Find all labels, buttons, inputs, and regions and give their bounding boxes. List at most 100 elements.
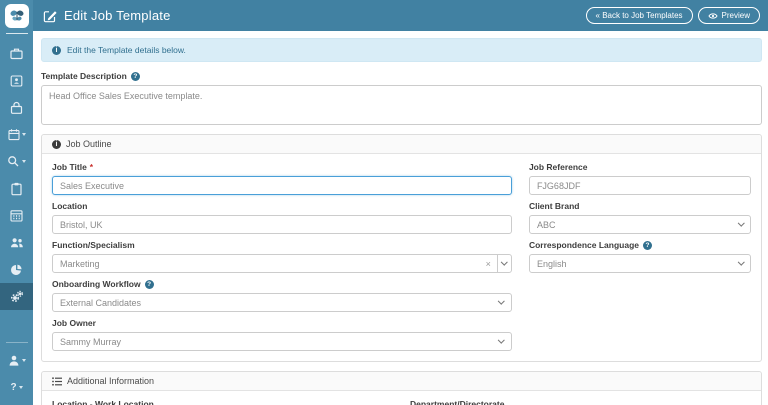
sidebar-bottom: ? — [0, 336, 33, 405]
job-reference-field: Job Reference — [528, 162, 751, 195]
work-location-field: Location - Work Location Bristol — [52, 399, 393, 405]
template-description-input[interactable]: Head Office Sales Executive template. — [41, 85, 762, 125]
butterfly-logo-icon — [9, 10, 24, 21]
correspondence-language-label: Correspondence Language — [529, 240, 751, 251]
location-field: Location — [52, 201, 512, 234]
caret-down-icon — [21, 359, 26, 362]
additional-information-heading: Additional Information — [42, 372, 761, 391]
work-location-label: Location - Work Location — [52, 399, 154, 405]
sidebar-item-help-menu[interactable]: ? — [0, 374, 33, 401]
search-icon — [8, 156, 19, 167]
job-outline-heading: i Job Outline — [42, 135, 761, 154]
client-brand-label: Client Brand — [528, 201, 580, 211]
contact-card-icon — [10, 74, 23, 87]
main-area: Edit Job Template « Back to Job Template… — [33, 0, 768, 405]
sidebar-item-search-menu[interactable] — [0, 148, 33, 175]
job-owner-field: Job Owner Sammy Murray — [52, 318, 512, 351]
job-outline-body: Job Title * Job Reference — [42, 154, 761, 361]
page-content: i Edit the Template details below. Templ… — [33, 31, 768, 405]
client-brand-select[interactable]: ABC — [528, 215, 751, 234]
preview-button[interactable]: Preview — [697, 7, 760, 24]
info-alert: i Edit the Template details below. — [41, 38, 762, 62]
onboarding-workflow-field: Onboarding Workflow External Candidates — [52, 279, 512, 312]
user-icon — [9, 355, 18, 366]
back-to-job-templates-button[interactable]: « Back to Job Templates — [585, 7, 693, 24]
help-icon[interactable] — [643, 241, 652, 250]
additional-information-body: Location - Work Location Bristol Departm… — [42, 391, 761, 405]
chevron-down-icon — [737, 258, 744, 266]
clear-selection-icon[interactable]: × — [480, 255, 497, 272]
help-icon[interactable] — [130, 72, 140, 81]
edit-icon — [43, 10, 57, 22]
preview-button-label: Preview — [721, 11, 750, 20]
required-marker: * — [89, 162, 94, 172]
eye-icon — [707, 12, 718, 19]
onboarding-workflow-select[interactable]: External Candidates — [52, 293, 512, 312]
job-title-field: Job Title * — [52, 162, 512, 195]
alert-text: Edit the Template details below. — [67, 45, 186, 55]
template-description-field: Template Description Head Office Sales E… — [41, 71, 762, 125]
page-header: Edit Job Template « Back to Job Template… — [33, 0, 768, 31]
sidebar-item-user-menu[interactable] — [0, 347, 33, 374]
calendar-grid-icon — [10, 210, 23, 222]
sidebar-item-settings[interactable] — [0, 283, 33, 310]
list-icon — [52, 376, 62, 386]
client-brand-field: Client Brand ABC — [528, 201, 751, 234]
sidebar-divider — [5, 342, 28, 343]
department-label: Department/Directorate — [410, 399, 505, 405]
locked-bag-icon — [10, 101, 23, 114]
additional-information-title: Additional Information — [67, 376, 155, 386]
users-icon — [10, 238, 23, 248]
template-description-label: Template Description — [41, 71, 762, 82]
job-reference-input[interactable] — [528, 176, 751, 195]
department-field: Department/Directorate Sales — [410, 399, 751, 405]
app-logo[interactable] — [4, 4, 29, 28]
help-icon[interactable] — [144, 280, 154, 289]
function-specialism-select[interactable]: Marketing × — [52, 254, 512, 273]
job-owner-label: Job Owner — [52, 318, 96, 328]
job-title-input[interactable] — [52, 176, 512, 195]
onboarding-workflow-label: Onboarding Workflow — [52, 279, 512, 290]
cogs-icon — [10, 290, 23, 303]
additional-information-panel: Additional Information Location - Work L… — [41, 371, 762, 405]
location-label: Location — [52, 201, 88, 211]
question-icon: ? — [10, 381, 17, 393]
sidebar-item-schedule[interactable] — [0, 202, 33, 229]
briefcase-icon — [10, 48, 23, 59]
job-owner-select[interactable]: Sammy Murray — [52, 332, 512, 351]
page-title: Edit Job Template — [64, 8, 171, 23]
sidebar: ? — [0, 0, 33, 405]
chevron-down-icon — [498, 336, 505, 344]
sidebar-item-vacancies[interactable] — [0, 94, 33, 121]
location-input[interactable] — [52, 215, 512, 234]
job-outline-title: Job Outline — [66, 139, 112, 149]
pie-chart-icon — [11, 264, 22, 275]
job-reference-label: Job Reference — [528, 162, 588, 172]
correspondence-language-field: Correspondence Language English — [528, 240, 751, 273]
sidebar-item-candidates[interactable] — [0, 67, 33, 94]
correspondence-language-select[interactable]: English — [528, 254, 751, 273]
sidebar-divider — [5, 33, 28, 34]
caret-down-icon — [18, 386, 23, 389]
sidebar-item-reports[interactable] — [0, 256, 33, 283]
function-specialism-field: Function/Specialism Marketing × — [52, 240, 512, 273]
sidebar-item-tasks[interactable] — [0, 175, 33, 202]
info-icon: i — [52, 139, 61, 149]
back-button-label: « Back to Job Templates — [595, 11, 683, 20]
clipboard-icon — [11, 182, 22, 195]
caret-down-icon — [21, 133, 26, 136]
info-icon: i — [52, 45, 61, 55]
chevron-down-icon — [501, 258, 508, 266]
sidebar-item-users[interactable] — [0, 229, 33, 256]
job-outline-panel: i Job Outline Job Title * Sales Executiv… — [41, 134, 762, 362]
select-caret-segment[interactable] — [496, 255, 511, 272]
calendar-icon — [7, 129, 20, 141]
header-buttons: « Back to Job Templates Preview — [585, 7, 760, 24]
chevron-down-icon — [498, 297, 505, 305]
chevron-down-icon — [737, 219, 744, 227]
sidebar-item-calendar-menu[interactable] — [0, 121, 33, 148]
app-window: ? Edit Job Template « Back to Job Templa… — [0, 0, 768, 405]
caret-down-icon — [22, 160, 26, 163]
job-title-label: Job Title * — [52, 162, 94, 172]
sidebar-item-jobs[interactable] — [0, 40, 33, 67]
